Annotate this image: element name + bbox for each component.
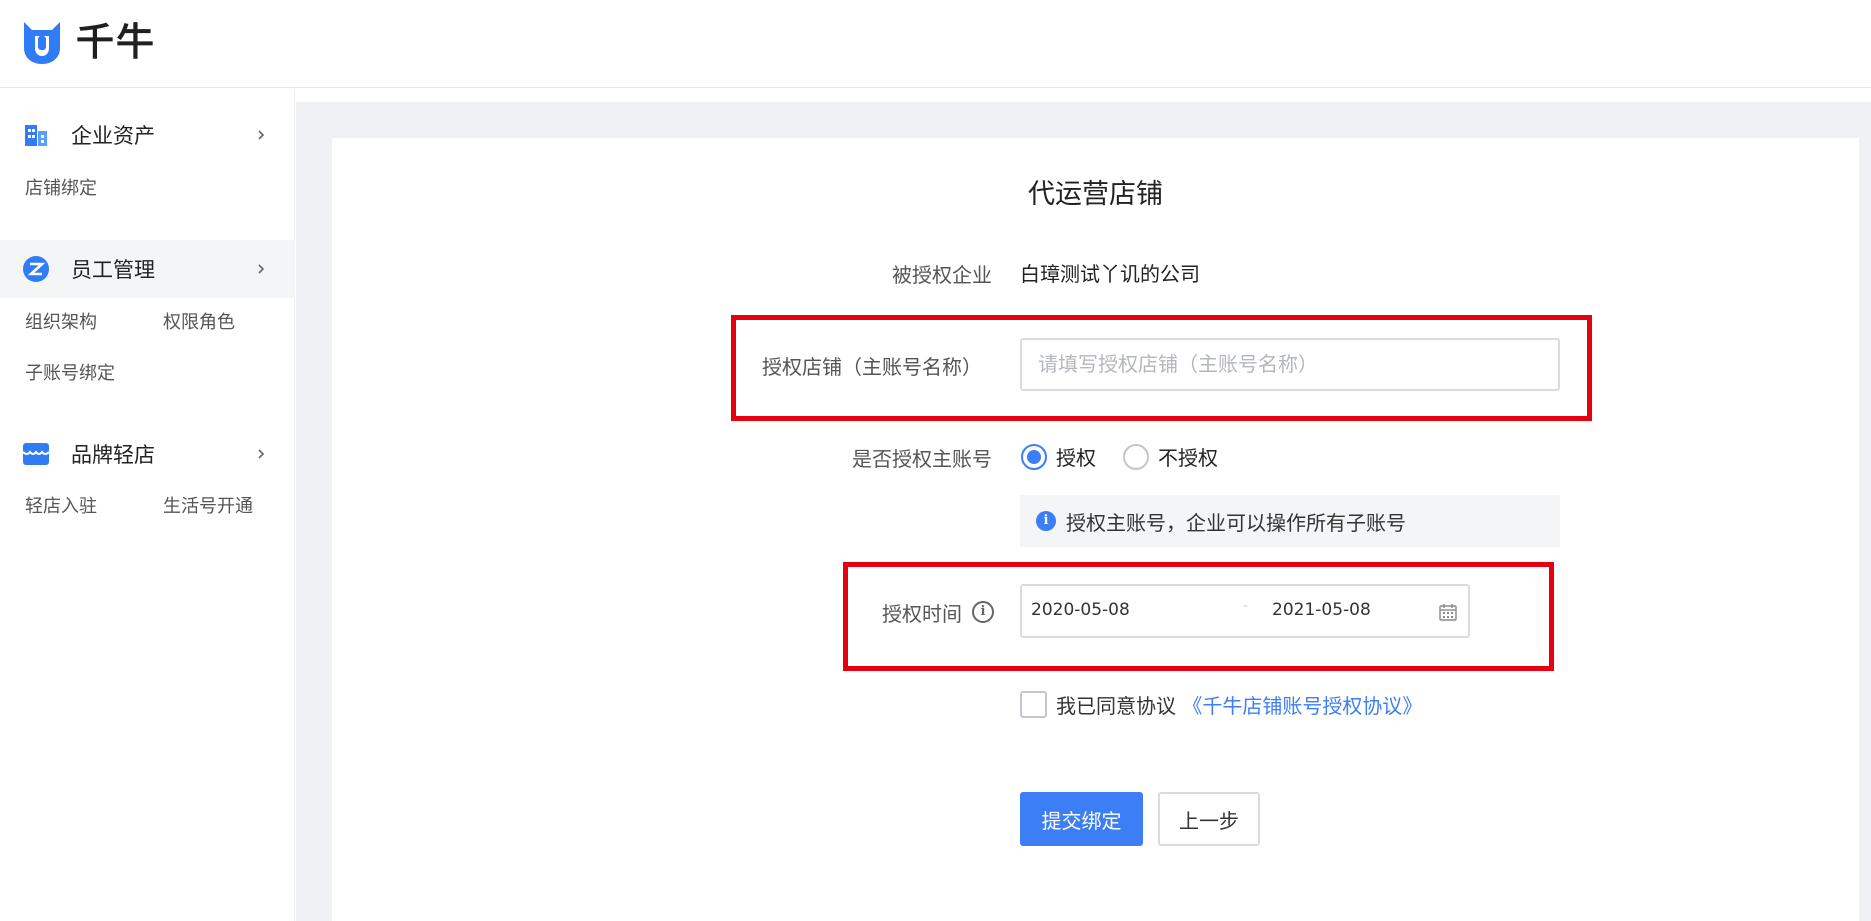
shop-input[interactable]: 请填写授权店铺（主账号名称） [1020, 338, 1560, 391]
info-icon: i [1036, 511, 1056, 531]
radio-authorize-label[interactable]: 授权 [1056, 442, 1096, 471]
previous-step-button[interactable]: 上一步 [1158, 792, 1260, 846]
sidebar-group-label: 员工管理 [71, 258, 155, 282]
sidebar-item-shop-binding[interactable]: 店铺绑定 [25, 174, 97, 200]
auth-main-account-label: 是否授权主账号 [852, 447, 992, 471]
date-range-picker[interactable]: 2020-05-08 - 2021-05-08 [1020, 584, 1470, 638]
agree-checkbox[interactable] [1020, 691, 1047, 718]
sidebar-group-enterprise-assets[interactable]: 企业资产 [0, 106, 295, 164]
calendar-icon[interactable] [1438, 602, 1458, 622]
info-notice: i 授权主账号，企业可以操作所有子账号 [1020, 495, 1560, 547]
sidebar-item-sub-account-binding[interactable]: 子账号绑定 [25, 359, 115, 385]
info-circle-icon[interactable]: i [972, 601, 994, 623]
start-date[interactable]: 2020-05-08 [1031, 600, 1130, 620]
store-icon [22, 440, 50, 468]
chevron-right-icon [254, 447, 268, 461]
company-label: 被授权企业 [892, 263, 992, 287]
agree-prefix: 我已同意协议 [1056, 694, 1176, 718]
date-separator: - [1243, 598, 1249, 614]
staff-icon [22, 255, 50, 283]
agreement-link[interactable]: 《千牛店铺账号授权协议》 [1182, 694, 1422, 718]
end-date[interactable]: 2021-05-08 [1272, 600, 1371, 620]
chevron-right-icon [254, 262, 268, 276]
sidebar: 企业资产 店铺绑定 员工管理 组织架构 权限角色 子账号绑定 品牌轻店 轻店入驻… [0, 89, 295, 921]
chevron-right-icon [254, 128, 268, 142]
sidebar-item-permission-roles[interactable]: 权限角色 [163, 308, 235, 334]
logo-text: 千牛 [76, 20, 157, 64]
sidebar-item-life-account-open[interactable]: 生活号开通 [163, 492, 253, 518]
page-title: 代运营店铺 [1028, 179, 1163, 210]
sidebar-group-staff-management[interactable]: 员工管理 [0, 240, 295, 298]
shop-label: 授权店铺（主账号名称） [762, 355, 982, 379]
sidebar-item-org-structure[interactable]: 组织架构 [25, 308, 97, 334]
radio-not-authorize[interactable] [1123, 444, 1149, 470]
radio-not-authorize-label[interactable]: 不授权 [1158, 442, 1218, 471]
sidebar-item-light-store-entry[interactable]: 轻店入驻 [25, 492, 97, 518]
company-value: 白璋测试丫讥的公司 [1020, 262, 1200, 286]
sidebar-group-brand-light-store[interactable]: 品牌轻店 [0, 425, 295, 483]
sidebar-group-label: 企业资产 [71, 124, 155, 148]
notice-text: 授权主账号，企业可以操作所有子账号 [1066, 511, 1406, 535]
logo[interactable]: 千牛 [20, 18, 156, 66]
submit-binding-button[interactable]: 提交绑定 [1020, 792, 1143, 846]
top-bar: 千牛 [0, 0, 1871, 88]
building-icon [22, 121, 50, 149]
radio-authorize[interactable] [1021, 444, 1047, 470]
qianniu-logo-icon [24, 22, 60, 64]
auth-time-label: 授权时间 [882, 602, 962, 626]
sidebar-group-label: 品牌轻店 [71, 443, 155, 467]
agree-text: 我已同意协议 《千牛店铺账号授权协议》 [1056, 690, 1422, 719]
